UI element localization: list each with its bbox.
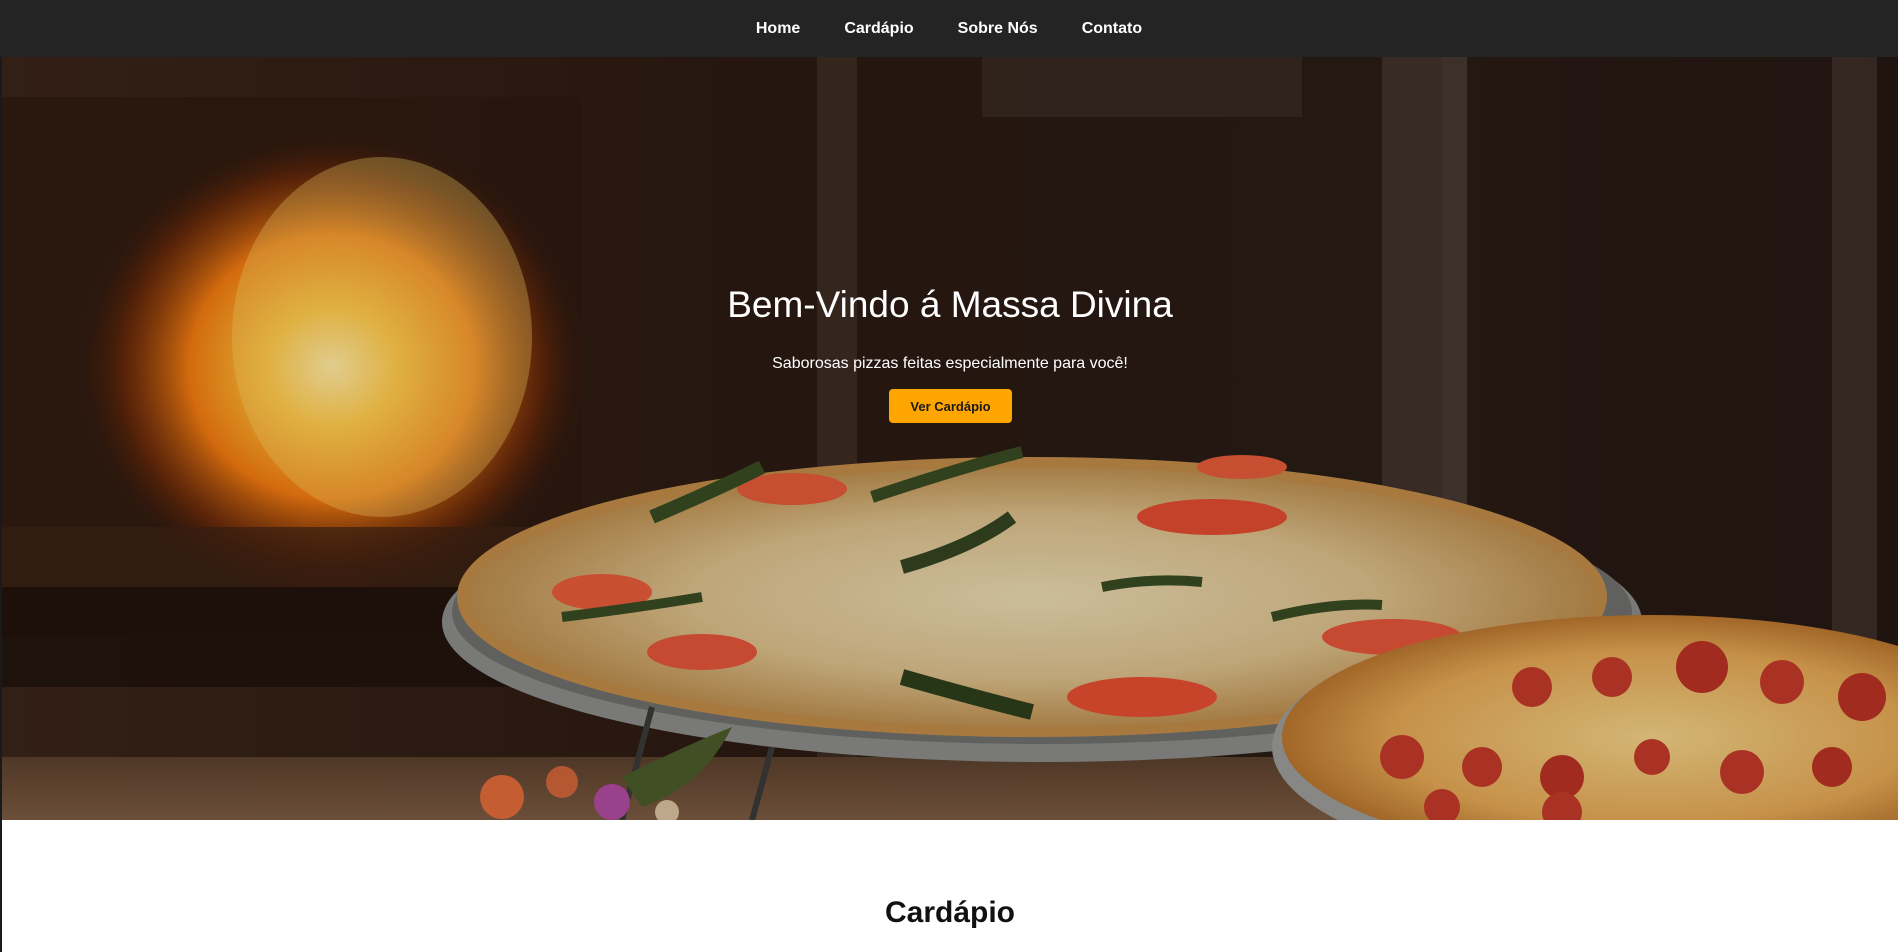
nav-link-home[interactable]: Home bbox=[734, 20, 822, 37]
window-left-border bbox=[0, 57, 2, 952]
hero-section: Bem-Vindo á Massa Divina Saborosas pizza… bbox=[2, 57, 1898, 820]
nav-link-cardapio[interactable]: Cardápio bbox=[822, 20, 935, 37]
menu-section: Cardápio bbox=[2, 820, 1898, 952]
navbar: Home Cardápio Sobre Nós Contato bbox=[0, 0, 1898, 57]
hero-content: Bem-Vindo á Massa Divina Saborosas pizza… bbox=[2, 57, 1898, 820]
nav-link-sobre-nos[interactable]: Sobre Nós bbox=[936, 20, 1060, 37]
page: Home Cardápio Sobre Nós Contato Bem-Vind… bbox=[0, 0, 1898, 952]
hero-subtitle: Saborosas pizzas feitas especialmente pa… bbox=[772, 355, 1128, 372]
nav-list: Home Cardápio Sobre Nós Contato bbox=[734, 20, 1164, 38]
menu-section-title: Cardápio bbox=[884, 896, 1016, 929]
hero-title: Bem-Vindo á Massa Divina bbox=[727, 284, 1173, 325]
view-menu-button[interactable]: Ver Cardápio bbox=[889, 389, 1012, 423]
nav-link-contato[interactable]: Contato bbox=[1060, 20, 1164, 37]
